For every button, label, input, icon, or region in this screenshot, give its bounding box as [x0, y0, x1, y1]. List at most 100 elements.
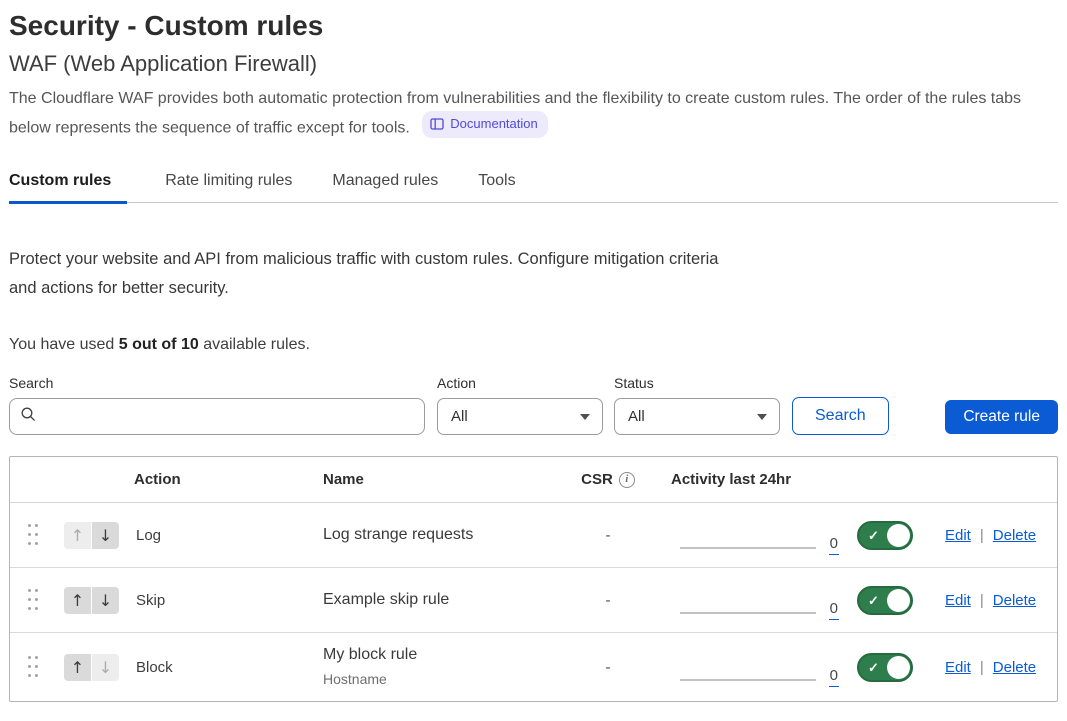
- status-filter-group: Status All: [614, 375, 780, 435]
- move-buttons: ↑ ↓: [64, 654, 124, 681]
- toggle-knob: [887, 656, 910, 679]
- rule-name: Log strange requests: [306, 524, 568, 546]
- search-icon: [20, 406, 37, 428]
- search-button[interactable]: Search: [792, 397, 889, 435]
- chevron-down-icon: [757, 414, 767, 420]
- table-row: ↑ ↓ Block My block rule Hostname - 0 ✓ E…: [10, 633, 1057, 701]
- tab-tools[interactable]: Tools: [478, 166, 517, 204]
- toggle-cell: ✓: [857, 586, 913, 615]
- table-row: ↑ ↓ Log Log strange requests - 0 ✓ Edit …: [10, 503, 1057, 568]
- delete-link[interactable]: Delete: [993, 592, 1036, 609]
- move-buttons: ↑ ↓: [64, 522, 124, 549]
- activity-count-link[interactable]: 0: [829, 667, 839, 687]
- search-input[interactable]: [45, 408, 414, 425]
- move-up-button: ↑: [64, 522, 91, 549]
- activity-sparkline: [680, 612, 816, 614]
- action-select[interactable]: All: [437, 398, 603, 435]
- tab-bar: Custom rules Rate limiting rules Managed…: [9, 166, 1058, 203]
- header-csr: CSR i: [581, 471, 635, 488]
- link-separator: |: [980, 659, 984, 676]
- move-up-button[interactable]: ↑: [64, 587, 91, 614]
- header-action: Action: [124, 471, 306, 488]
- link-separator: |: [980, 592, 984, 609]
- edit-link[interactable]: Edit: [945, 527, 971, 544]
- move-down-button[interactable]: ↓: [92, 522, 119, 549]
- edit-link[interactable]: Edit: [945, 659, 971, 676]
- delete-link[interactable]: Delete: [993, 659, 1036, 676]
- page: Security - Custom rules WAF (Web Applica…: [0, 0, 1067, 702]
- move-down-button: ↓: [92, 654, 119, 681]
- page-subtitle: WAF (Web Application Firewall): [9, 49, 1058, 79]
- status-filter-label: Status: [614, 375, 780, 391]
- usage-count: 5 out of 10: [119, 336, 199, 353]
- edit-link[interactable]: Edit: [945, 592, 971, 609]
- page-description: The Cloudflare WAF provides both automat…: [9, 88, 1058, 139]
- delete-link[interactable]: Delete: [993, 527, 1036, 544]
- chevron-down-icon: [580, 414, 590, 420]
- row-links: Edit | Delete: [925, 527, 1057, 544]
- rule-enabled-toggle[interactable]: ✓: [857, 586, 913, 615]
- action-select-value: All: [451, 408, 468, 425]
- rule-action: Block: [124, 659, 306, 676]
- page-title: Security - Custom rules: [9, 8, 1058, 44]
- rule-name: Example skip rule: [306, 589, 568, 611]
- activity-cell: 0: [648, 509, 845, 561]
- usage-suffix: available rules.: [199, 336, 310, 353]
- toggle-cell: ✓: [857, 653, 913, 682]
- tab-custom-rules[interactable]: Custom rules: [9, 166, 127, 204]
- toggle-cell: ✓: [857, 521, 913, 550]
- rule-enabled-toggle[interactable]: ✓: [857, 521, 913, 550]
- status-select-value: All: [628, 408, 645, 425]
- filters-bar: Search Action All Status All Search Cr: [9, 375, 1058, 435]
- header-csr-label: CSR: [581, 471, 613, 488]
- tab-managed-rules[interactable]: Managed rules: [332, 166, 440, 204]
- activity-cell: 0: [648, 574, 845, 626]
- table-header-row: Action Name CSR i Activity last 24hr: [10, 457, 1057, 503]
- drag-handle-icon[interactable]: [28, 589, 39, 612]
- move-down-button[interactable]: ↓: [92, 587, 119, 614]
- check-icon: ✓: [868, 594, 879, 607]
- check-icon: ✓: [868, 529, 879, 542]
- toggle-knob: [887, 524, 910, 547]
- drag-handle-icon[interactable]: [28, 524, 39, 547]
- activity-cell: 0: [648, 641, 845, 693]
- drag-handle-icon[interactable]: [28, 656, 39, 679]
- header-activity: Activity last 24hr: [648, 471, 845, 488]
- documentation-badge-label: Documentation: [450, 113, 537, 136]
- rule-action: Skip: [124, 592, 306, 609]
- rule-csr: -: [606, 527, 611, 544]
- rule-action: Log: [124, 527, 306, 544]
- link-separator: |: [980, 527, 984, 544]
- usage-text: You have used 5 out of 10 available rule…: [9, 336, 1058, 354]
- rule-csr: -: [606, 592, 611, 609]
- check-icon: ✓: [868, 661, 879, 674]
- rule-name-text: My block rule: [323, 644, 568, 666]
- usage-prefix: You have used: [9, 336, 119, 353]
- rules-table: Action Name CSR i Activity last 24hr ↑ ↓…: [9, 456, 1058, 702]
- activity-sparkline: [680, 679, 816, 681]
- info-icon[interactable]: i: [619, 472, 635, 488]
- search-box: [9, 398, 425, 435]
- header-name: Name: [306, 471, 568, 488]
- move-buttons: ↑ ↓: [64, 587, 124, 614]
- intro-text: Protect your website and API from malici…: [9, 245, 749, 303]
- tab-rate-limiting-rules[interactable]: Rate limiting rules: [165, 166, 294, 204]
- action-filter-group: Action All: [437, 375, 603, 435]
- search-label: Search: [9, 375, 425, 391]
- search-group: Search: [9, 375, 425, 435]
- activity-sparkline: [680, 547, 816, 549]
- rule-csr: -: [606, 659, 611, 676]
- rule-name: My block rule Hostname: [306, 644, 568, 690]
- rule-name-subtext: Hostname: [323, 668, 568, 690]
- activity-count-link[interactable]: 0: [829, 600, 839, 620]
- create-rule-button[interactable]: Create rule: [945, 400, 1058, 434]
- status-select[interactable]: All: [614, 398, 780, 435]
- rule-enabled-toggle[interactable]: ✓: [857, 653, 913, 682]
- move-up-button[interactable]: ↑: [64, 654, 91, 681]
- table-row: ↑ ↓ Skip Example skip rule - 0 ✓ Edit | …: [10, 568, 1057, 633]
- toggle-knob: [887, 589, 910, 612]
- row-links: Edit | Delete: [925, 592, 1057, 609]
- documentation-badge[interactable]: Documentation: [422, 111, 547, 139]
- action-filter-label: Action: [437, 375, 603, 391]
- activity-count-link[interactable]: 0: [829, 535, 839, 555]
